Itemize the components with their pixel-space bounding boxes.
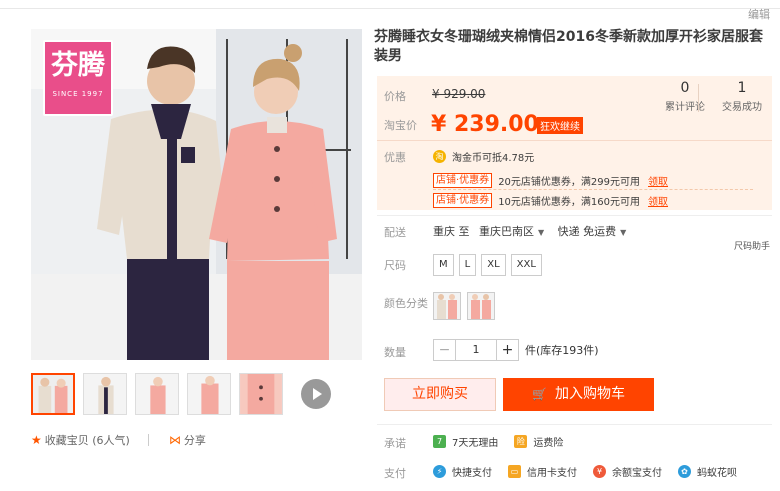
insurance-icon: 险 [514,435,528,448]
promo-tag: 狂欢继续 [537,117,583,134]
main-product-image[interactable]: 芬腾 SINCE 1997 [31,29,362,360]
coupon-text: 20元店铺优惠券，满299元可用 [498,177,640,188]
coin-text: 淘金币可抵4.78元 [452,153,535,164]
payment-label: 支付 [384,467,406,480]
coupon-divider [433,189,753,190]
size-label: 尺码 [384,259,406,272]
payment-item[interactable]: ⚡ 快捷支付 [433,464,492,479]
price-label: 价格 [384,90,406,103]
add-to-cart-label: 加入购物车 [554,386,625,402]
claim-coupon-link[interactable]: 领取 [648,173,668,188]
color-label: 颜色分类 [384,297,428,310]
brand-logo-name: 芬腾 [51,50,105,81]
chevron-down-icon: ▼ [620,228,627,237]
color-option-couple-2[interactable] [467,292,495,320]
color-option-couple[interactable] [433,292,461,320]
sales-stat: 1 交易成功 [722,79,762,113]
size-option[interactable]: L [458,254,477,276]
payment-row: ⚡ 快捷支付 ▭ 信用卡支付 ¥ 余额宝支付 ✿ 蚂蚁花呗 [433,464,753,479]
thumbnail-5[interactable] [239,373,283,415]
quantity-stepper: − 1 + 件(库存193件) [433,339,599,361]
increase-button[interactable]: + [496,339,519,361]
promo-price-label: 淘宝价 [384,119,417,132]
price-divider [377,140,772,141]
thumbnail-1[interactable] [31,373,75,415]
coupon-row-1: 店铺·优惠券 20元店铺优惠券，满299元可用 领取 [433,173,668,188]
coupon-row-2: 店铺·优惠券 10元店铺优惠券，满160元可用 领取 [433,193,668,208]
coin-icon: 淘 [433,150,446,163]
product-title: 芬腾睡衣女冬珊瑚绒夹棉情侣2016冬季新款加厚开衫家居服套装男 [374,29,763,64]
coupon-text: 10元店铺优惠券，满160元可用 [498,197,640,208]
huabei-icon: ✿ [678,465,691,478]
social-divider [147,434,149,446]
credit-card-icon: ▭ [508,465,521,478]
review-stat[interactable]: 0 累计评论 [665,79,705,113]
color-options [433,292,501,320]
payment-item[interactable]: ✿ 蚂蚁花呗 [678,464,737,479]
chevron-down-icon: ▼ [538,228,545,237]
share-icon: ⋈ [168,433,181,447]
shipping-from: 重庆 至 [433,225,470,238]
shipping-info: 重庆 至 重庆巴南区 ▼ 快递 免运费 ▼ [433,223,626,239]
review-count: 0 [680,80,690,96]
shipping-label: 配送 [384,226,406,239]
video-play-button[interactable] [301,379,331,409]
promise-row: 7 7天无理由 险运费险 [433,434,579,449]
price-panel: 价格 ¥ 929.00 0 累计评论 1 交易成功 淘宝价 ¥ 239.00 狂… [377,76,772,210]
quantity-label: 数量 [384,346,406,359]
size-chart-link[interactable]: 尺码助手 [734,239,770,252]
size-option[interactable]: M [433,254,454,276]
size-option[interactable]: XXL [510,254,542,276]
stat-divider [698,84,699,112]
review-label: 累计评论 [665,102,705,113]
promise-item[interactable]: 7 7天无理由 [433,434,498,449]
quick-pay-icon: ⚡ [433,465,446,478]
decrease-button[interactable]: − [433,339,456,361]
thumbnail-3[interactable] [135,373,179,415]
yuebao-icon: ¥ [593,465,606,478]
top-divider [0,0,780,9]
star-icon: ★ [31,433,42,447]
size-option[interactable]: XL [481,254,506,276]
shipping-method[interactable]: 快递 免运费 ▼ [558,225,627,238]
section-divider [377,424,772,425]
stock-text: 件(库存193件) [525,344,599,357]
size-options: M L XL XXL [433,254,547,276]
shipping-destination[interactable]: 重庆巴南区 ▼ [479,225,544,238]
cart-icon: 🛒 [532,387,547,401]
share-link[interactable]: 分享 [184,432,206,448]
promise-item[interactable]: 险运费险 [514,434,563,449]
social-bar: ★ 收藏宝贝 (6人气) ⋈ 分享 [31,432,206,448]
buy-now-button[interactable]: 立即购买 [384,378,496,411]
coin-offer: 淘 淘金币可抵4.78元 [433,149,534,164]
thumbnail-4[interactable] [187,373,231,415]
quantity-input[interactable]: 1 [456,339,496,361]
coupon-tag: 店铺·优惠券 [433,173,493,188]
product-detail: 芬腾睡衣女冬珊瑚绒夹棉情侣2016冬季新款加厚开衫家居服套装男 [374,28,780,66]
thumbnail-2[interactable] [83,373,127,415]
sales-count: 1 [737,80,747,96]
favorite-link[interactable]: 收藏宝贝 (6人气) [45,432,130,448]
promo-price: ¥ 239.00 [431,112,539,137]
brand-logo: 芬腾 SINCE 1997 [43,40,113,116]
promise-label: 承诺 [384,437,406,450]
original-price: ¥ 929.00 [432,87,486,101]
payment-item[interactable]: ¥ 余额宝支付 [593,464,662,479]
return-icon: 7 [433,435,446,448]
thumbnail-strip [31,373,331,415]
brand-logo-tagline: SINCE 1997 [52,90,104,98]
sales-label: 交易成功 [722,102,762,113]
section-divider [377,215,772,216]
edit-link[interactable]: 编辑 [748,6,770,22]
claim-coupon-link[interactable]: 领取 [648,193,668,208]
payment-item[interactable]: ▭ 信用卡支付 [508,464,577,479]
discount-label: 优惠 [384,151,406,164]
add-to-cart-button[interactable]: 🛒 加入购物车 [503,378,654,411]
coupon-tag: 店铺·优惠券 [433,193,493,208]
